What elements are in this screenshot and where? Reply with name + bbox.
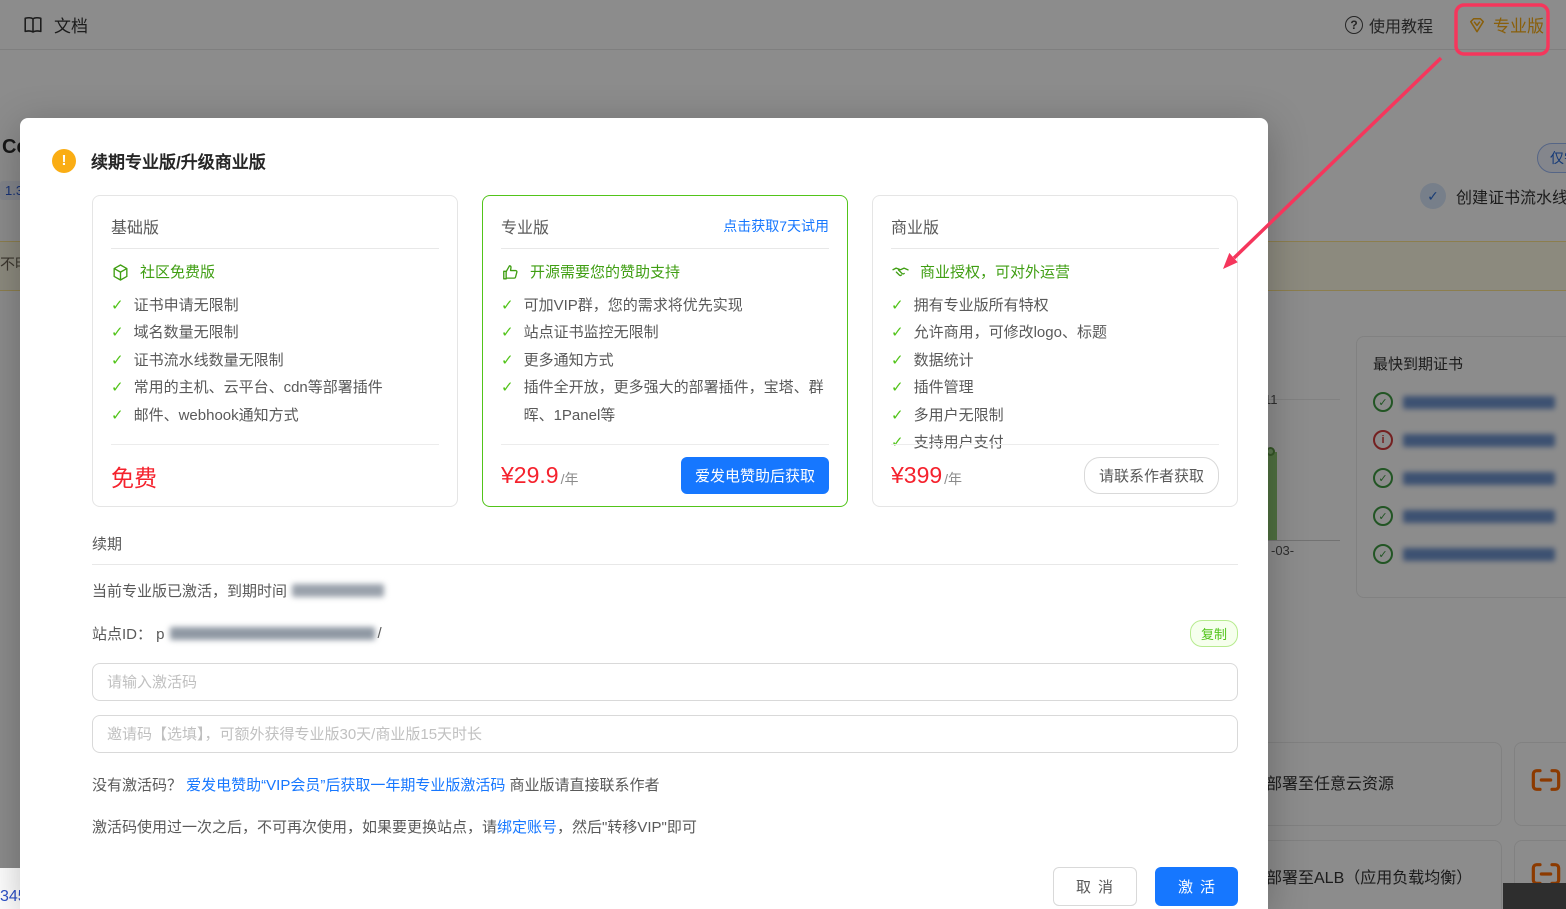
feature-text: 更多通知方式 [523, 351, 614, 369]
plan-name: 专业版 [501, 220, 550, 237]
feature-text: 插件全开放，更多强大的部署插件，宝塔、群晖、1Panel等 [523, 379, 824, 424]
feature-text: 拥有专业版所有特权 [913, 296, 1049, 314]
code-usage-help-line: 激活码使用过一次之后，不可再次使用，如果要更换站点，请绑定账号，然后"转移VIP… [92, 816, 1238, 837]
check-icon: ✓ [501, 296, 514, 314]
sponsor-link[interactable]: 爱发电赞助“VIP会员”后获取一年期专业版激活码 [186, 777, 505, 794]
help-text: ，然后"转移VIP"即可 [557, 819, 697, 836]
feature-text: 证书流水线数量无限制 [133, 351, 284, 369]
plan-price-unit: /年 [560, 470, 579, 487]
handshake-icon [891, 263, 910, 292]
feature-text: 常用的主机、云平台、cdn等部署插件 [133, 379, 383, 396]
cancel-button[interactable]: 取消 [1052, 867, 1137, 906]
check-icon: ✓ [891, 324, 904, 341]
check-icon: ✓ [111, 406, 124, 424]
feature-text: 插件管理 [913, 379, 974, 396]
plan-price-unit: /年 [944, 470, 963, 487]
plan-cards: 基础版 社区免费版 ✓ 证书申请无限制 ✓ 域名数量无限制 ✓ 证书流水线数量无… [92, 195, 1238, 507]
plan-card-business: 商业版 商业授权，可对外运营 ✓ 拥有专业版所有特权 ✓ 允许商用，可修改log… [872, 195, 1238, 507]
invite-code-input[interactable] [92, 715, 1238, 753]
site-id-label: 站点ID： p [92, 626, 165, 643]
check-icon: ✓ [111, 379, 124, 396]
copy-button[interactable]: 复制 [1189, 620, 1238, 647]
app-screen: 文档 ? 使用教程 专业版 Cer 1.3 不明 仅需 ✓ 创建证书流水线 [0, 0, 1566, 909]
check-icon: ✓ [501, 379, 514, 396]
feature-text: 允许商用，可修改logo、标题 [913, 324, 1107, 341]
help-text: 商业版请直接联系作者 [505, 777, 660, 794]
trial-link[interactable]: 点击获取7天试用 [723, 216, 829, 236]
activation-code-input[interactable] [92, 663, 1238, 701]
feature-text: 多用户无限制 [913, 406, 1004, 424]
no-code-help-line: 没有激活码？ 爱发电赞助“VIP会员”后获取一年期专业版激活码 商业版请直接联系… [92, 774, 1238, 795]
plan-price: 免费 [111, 464, 157, 491]
modal-title: 续期专业版/升级商业版 [91, 153, 266, 172]
check-icon: ✓ [891, 379, 904, 396]
site-id-suffix: / [377, 625, 382, 642]
feature-text: 域名数量无限制 [133, 324, 239, 341]
feature-text: 数据统计 [913, 351, 974, 369]
help-text: 激活码使用过一次之后，不可再次使用，如果要更换站点，请 [92, 819, 498, 836]
thumbs-up-icon [501, 263, 520, 292]
contact-author-button[interactable]: 请联系作者获取 [1083, 457, 1219, 494]
renew-upgrade-modal: ! 续期专业版/升级商业版 基础版 社区免费版 ✓ 证书申请无限制 ✓ 域名数量… [20, 118, 1268, 909]
check-icon: ✓ [111, 351, 124, 369]
plan-price: ¥29.9 [501, 462, 559, 488]
check-icon: ✓ [891, 351, 904, 369]
plan-price: ¥399 [891, 462, 943, 488]
plan-name: 基础版 [111, 220, 160, 237]
corner-number: 345 [0, 888, 20, 905]
redacted-site-id [169, 627, 375, 640]
check-icon: ✓ [111, 324, 124, 341]
check-icon: ✓ [501, 351, 514, 369]
corner-fragment: 345 [0, 868, 20, 909]
renew-section-title: 续期 [92, 533, 1238, 565]
feature-text: 可加VIP群，您的需求将优先实现 [523, 296, 743, 314]
activate-button[interactable]: 激活 [1154, 867, 1238, 906]
plan-headline: 社区免费版 [140, 264, 216, 281]
check-icon: ✓ [111, 296, 124, 314]
plan-name: 商业版 [891, 220, 940, 237]
status-text: 当前专业版已激活，到期时间 [92, 583, 288, 600]
check-icon: ✓ [891, 296, 904, 314]
check-icon: ✓ [891, 406, 904, 424]
feature-text: 邮件、webhook通知方式 [133, 406, 299, 424]
warning-icon: ! [52, 148, 76, 173]
feature-text: 站点证书监控无限制 [523, 324, 659, 341]
bind-account-link[interactable]: 绑定账号 [497, 819, 557, 836]
sponsor-get-button[interactable]: 爱发电赞助后获取 [680, 457, 829, 494]
help-text: 没有激活码？ [92, 777, 187, 794]
activation-status-line: 当前专业版已激活，到期时间 [92, 580, 1238, 601]
plan-headline: 开源需要您的赞助支持 [530, 264, 681, 281]
check-icon: ✓ [501, 324, 514, 341]
plan-card-pro: 专业版 点击获取7天试用 开源需要您的赞助支持 ✓ 可加VIP群，您的需求将优先… [482, 195, 848, 507]
feature-text: 证书申请无限制 [133, 296, 239, 314]
plan-headline: 商业授权，可对外运营 [920, 264, 1071, 281]
package-cube-icon [111, 263, 130, 292]
redacted-expiry-date [292, 584, 385, 597]
site-id-line: 站点ID： p / 复制 [92, 620, 1238, 647]
plan-card-basic: 基础版 社区免费版 ✓ 证书申请无限制 ✓ 域名数量无限制 ✓ 证书流水线数量无… [92, 195, 458, 507]
